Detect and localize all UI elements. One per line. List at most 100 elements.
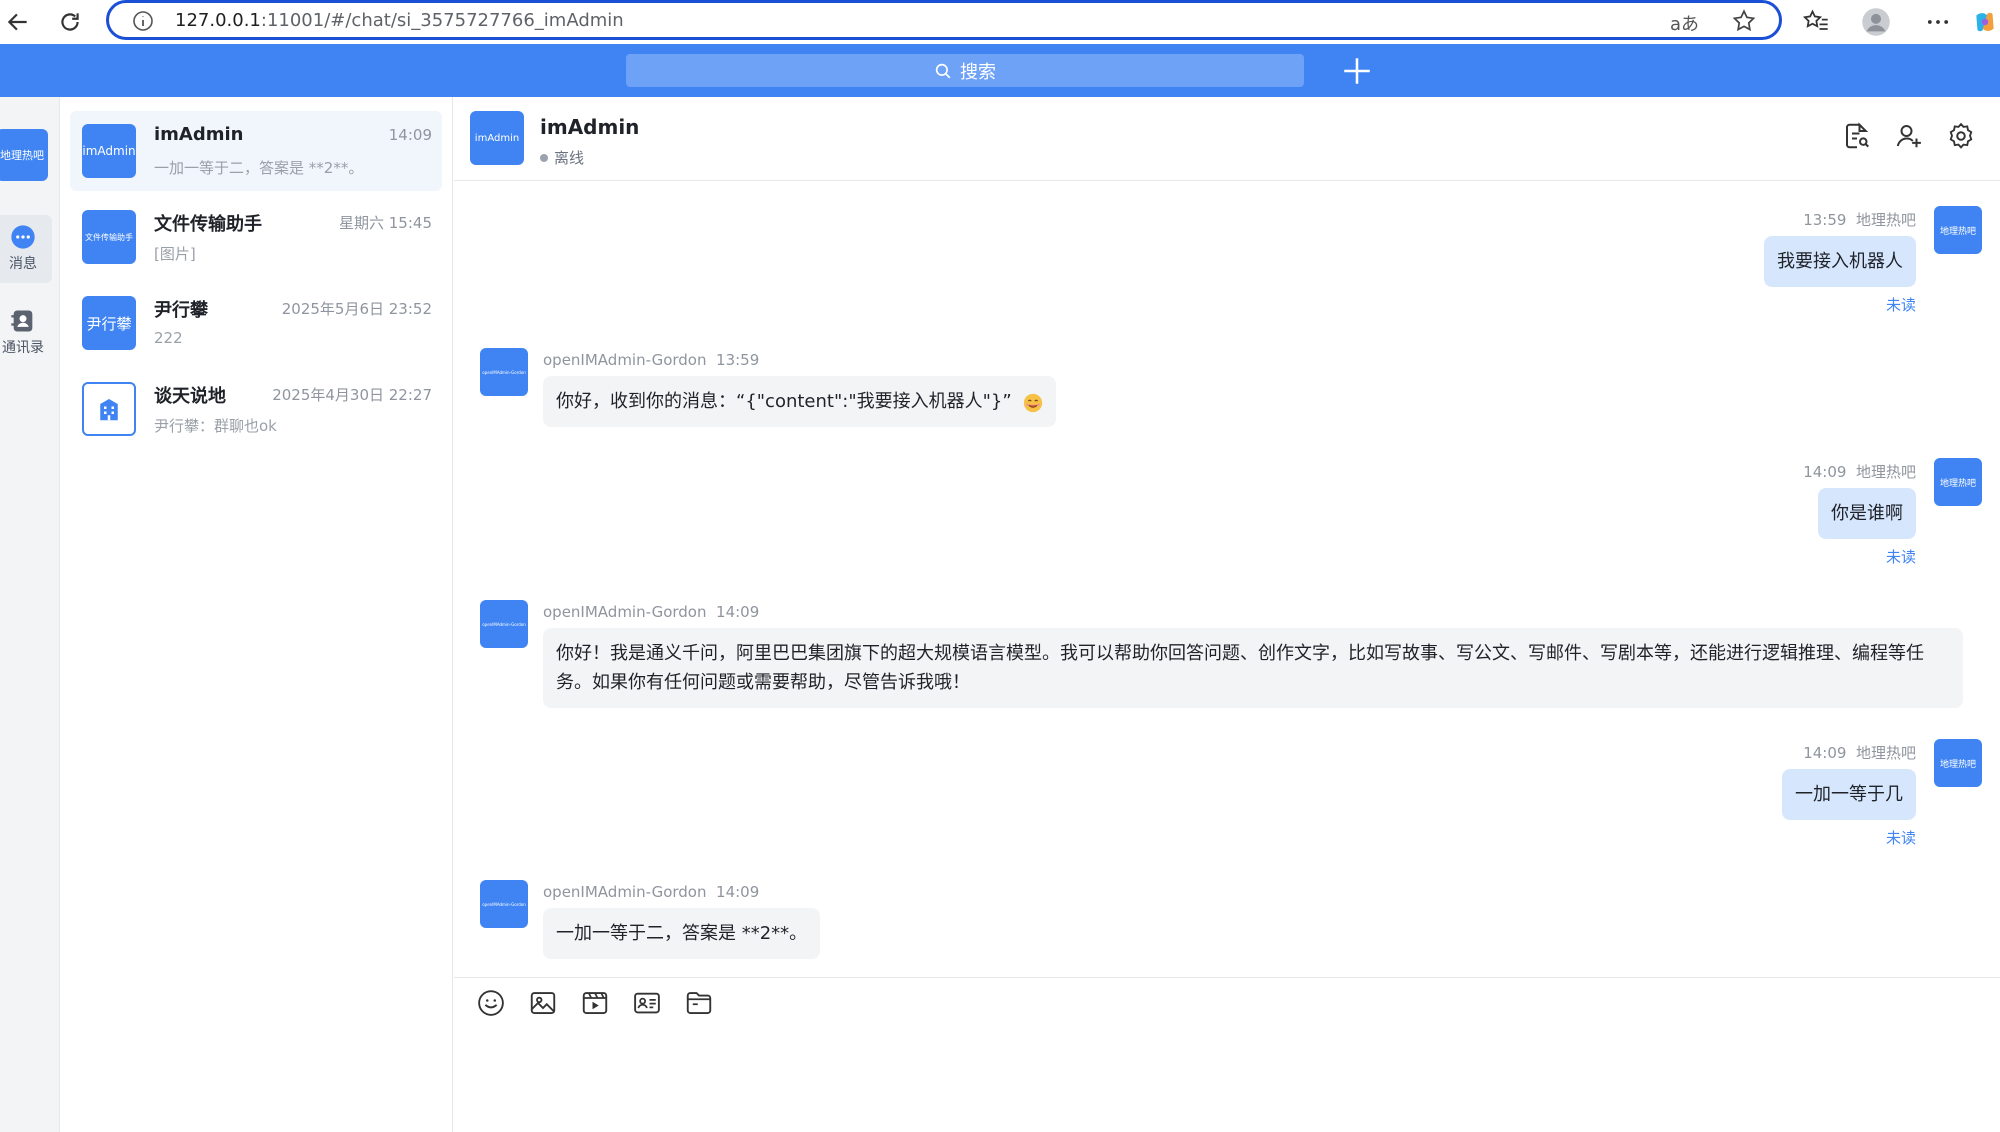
read-aloud-icon[interactable]: aあ bbox=[1670, 10, 1699, 36]
conversation-item[interactable]: 谈天说地 2025年4月30日 22:27 尹行攀：群聊也ok bbox=[70, 369, 442, 449]
search-box[interactable]: 搜索 bbox=[626, 54, 1304, 87]
read-status: 未读 bbox=[1885, 548, 1916, 566]
avatar[interactable]: openIMAdmin-Gordon bbox=[480, 348, 528, 396]
conversation-time: 14:09 bbox=[388, 126, 432, 144]
nav-item-contacts[interactable]: 通讯录 bbox=[0, 303, 52, 371]
conversation-time: 2025年5月6日 23:52 bbox=[281, 300, 432, 318]
conversation-list: imAdmin imAdmin 14:09 一加一等于二，答案是 **2**。 … bbox=[60, 97, 453, 1132]
favorite-star-icon[interactable] bbox=[1731, 8, 1757, 34]
status-text: 离线 bbox=[554, 149, 585, 167]
avatar: imAdmin bbox=[82, 124, 136, 178]
conversation-time: 星期六 15:45 bbox=[339, 214, 432, 232]
message-meta: 14:09 地理热吧 bbox=[1803, 742, 1916, 763]
conversation-preview: 222 bbox=[154, 329, 183, 347]
nav-item-messages[interactable]: 消息 bbox=[0, 215, 52, 283]
app-header: 搜索 bbox=[0, 44, 2000, 97]
conversation-item[interactable]: 尹行攀 尹行攀 2025年5月6日 23:52 222 bbox=[70, 283, 442, 363]
group-avatar bbox=[82, 382, 136, 436]
add-member-icon[interactable] bbox=[1894, 121, 1926, 153]
chat-panel: imAdmin imAdmin 离线 13:59 地理热吧 地理热吧 我要接入机… bbox=[454, 97, 2000, 1132]
message-time: 14:09 bbox=[1803, 463, 1847, 481]
nav-item-label: 消息 bbox=[9, 256, 37, 272]
avatar: 文件传输助手 bbox=[82, 210, 136, 264]
url-text[interactable]: 127.0.0.1:11001/#/chat/si_3575727766_imA… bbox=[175, 9, 624, 33]
message-meta: 13:59 地理热吧 bbox=[1803, 209, 1916, 230]
back-arrow-icon[interactable] bbox=[0, 4, 36, 40]
search-label: 搜索 bbox=[960, 61, 996, 83]
conversation-item[interactable]: 文件传输助手 文件传输助手 星期六 15:45 [图片] bbox=[70, 197, 442, 277]
conversation-name: 谈天说地 bbox=[154, 386, 226, 407]
image-icon[interactable] bbox=[528, 988, 558, 1018]
conversation-name: 尹行攀 bbox=[154, 300, 208, 321]
add-plus-icon[interactable] bbox=[1340, 54, 1374, 88]
reload-icon[interactable] bbox=[52, 4, 88, 40]
avatar[interactable]: 地理热吧 bbox=[1934, 739, 1982, 787]
avatar[interactable]: 地理热吧 bbox=[1934, 206, 1982, 254]
conversation-name: imAdmin bbox=[154, 124, 244, 145]
chat-title: imAdmin bbox=[540, 115, 640, 139]
message-time: 14:09 bbox=[716, 883, 760, 901]
message-meta: openIMAdmin-Gordon 13:59 bbox=[543, 351, 759, 369]
chat-bubble-icon bbox=[11, 225, 35, 249]
message-meta: 14:09 地理热吧 bbox=[1803, 461, 1916, 482]
smiley-emoji-icon bbox=[1022, 392, 1044, 414]
message-bubble-incoming[interactable]: 你好！我是通义千问，阿里巴巴集团旗下的超大规模语言模型。我可以帮助你回答问题、创… bbox=[543, 628, 1963, 708]
settings-gear-icon[interactable] bbox=[1946, 121, 1978, 153]
search-icon bbox=[935, 63, 951, 78]
conversation-preview: [图片] bbox=[154, 245, 196, 263]
avatar: 尹行攀 bbox=[82, 296, 136, 350]
status-dot bbox=[540, 153, 548, 162]
message-bubble-incoming[interactable]: 一加一等于二，答案是 **2**。 bbox=[543, 908, 821, 959]
message-sender: openIMAdmin-Gordon bbox=[543, 351, 707, 369]
input-toolbar bbox=[454, 977, 2000, 1132]
avatar[interactable]: openIMAdmin-Gordon bbox=[480, 880, 528, 928]
left-nav-rail: 地理热吧 消息 通讯录 bbox=[0, 97, 60, 1132]
message-bubble-incoming[interactable]: 你好，收到你的消息：“{"content":"我要接入机器人"}” bbox=[543, 376, 1056, 427]
message-sender: openIMAdmin-Gordon bbox=[543, 883, 707, 901]
message-sender: 地理热吧 bbox=[1855, 744, 1916, 762]
message-bubble-outgoing[interactable]: 你是谁啊 bbox=[1818, 488, 1916, 539]
conversation-name: 文件传输助手 bbox=[154, 214, 262, 235]
chat-avatar[interactable]: imAdmin bbox=[470, 111, 524, 165]
avatar[interactable]: 地理热吧 bbox=[1934, 458, 1982, 506]
url-host: 127.0.0.1 bbox=[175, 10, 261, 31]
copilot-icon[interactable] bbox=[1970, 6, 2000, 38]
conversation-time: 2025年4月30日 22:27 bbox=[272, 386, 432, 404]
chat-header: imAdmin imAdmin 离线 bbox=[454, 97, 2000, 181]
address-bar[interactable]: 127.0.0.1:11001/#/chat/si_3575727766_imA… bbox=[106, 0, 1782, 40]
message-time: 13:59 bbox=[716, 351, 760, 369]
read-status: 未读 bbox=[1885, 829, 1916, 847]
nav-item-label: 通讯录 bbox=[2, 340, 44, 356]
conversation-preview: 一加一等于二，答案是 **2**。 bbox=[154, 159, 364, 177]
message-meta: openIMAdmin-Gordon 14:09 bbox=[543, 883, 759, 901]
message-list: 13:59 地理热吧 地理热吧 我要接入机器人 未读 openIMAdmin-G… bbox=[454, 182, 2000, 977]
message-bubble-outgoing[interactable]: 一加一等于几 bbox=[1782, 769, 1916, 820]
message-text: 你好，收到你的消息：“{"content":"我要接入机器人"}” bbox=[556, 391, 1012, 412]
url-path: :11001/#/chat/si_3575727766_imAdmin bbox=[260, 10, 624, 31]
online-status: 离线 bbox=[540, 147, 584, 168]
message-meta: openIMAdmin-Gordon 14:09 bbox=[543, 603, 759, 621]
conversation-preview: 尹行攀：群聊也ok bbox=[154, 417, 277, 435]
profile-avatar-icon[interactable] bbox=[1860, 6, 1892, 38]
contacts-book-icon bbox=[11, 310, 33, 332]
file-folder-icon[interactable] bbox=[684, 988, 714, 1018]
message-time: 14:09 bbox=[716, 603, 760, 621]
message-sender: 地理热吧 bbox=[1855, 463, 1916, 481]
search-history-icon[interactable] bbox=[1842, 121, 1874, 153]
message-bubble-outgoing[interactable]: 我要接入机器人 bbox=[1764, 236, 1916, 287]
video-icon[interactable] bbox=[580, 988, 610, 1018]
site-info-icon[interactable] bbox=[131, 9, 155, 33]
business-card-icon[interactable] bbox=[632, 988, 662, 1018]
emoji-icon[interactable] bbox=[476, 988, 506, 1018]
message-sender: openIMAdmin-Gordon bbox=[543, 603, 707, 621]
avatar[interactable]: openIMAdmin-Gordon bbox=[480, 600, 528, 648]
building-icon bbox=[97, 399, 121, 421]
message-time: 14:09 bbox=[1803, 744, 1847, 762]
message-sender: 地理热吧 bbox=[1855, 211, 1916, 229]
more-menu-icon[interactable] bbox=[1922, 6, 1954, 38]
favorites-list-icon[interactable] bbox=[1800, 6, 1832, 38]
message-time: 13:59 bbox=[1803, 211, 1847, 229]
browser-chrome: 127.0.0.1:11001/#/chat/si_3575727766_imA… bbox=[0, 0, 2000, 44]
my-avatar[interactable]: 地理热吧 bbox=[0, 129, 48, 181]
conversation-item[interactable]: imAdmin imAdmin 14:09 一加一等于二，答案是 **2**。 bbox=[70, 111, 442, 191]
